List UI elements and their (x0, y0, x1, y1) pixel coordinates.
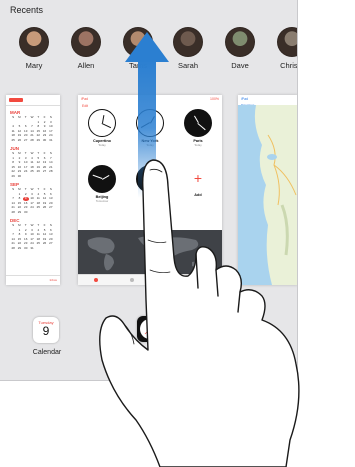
swipe-up-gesture (99, 32, 300, 467)
hand-icon (99, 159, 300, 467)
